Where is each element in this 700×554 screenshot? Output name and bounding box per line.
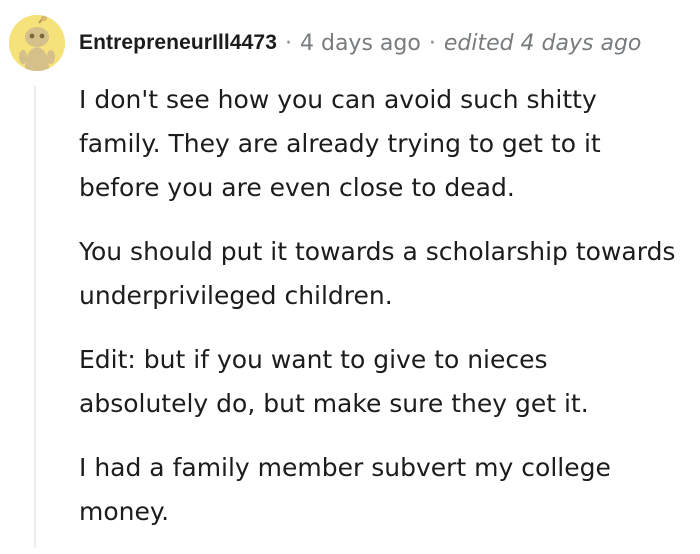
thread-collapse-line[interactable]	[34, 86, 36, 548]
snoo-avatar-icon	[9, 15, 65, 71]
comment-paragraph: I had a family member subvert my college…	[79, 453, 611, 526]
comment-paragraph: You should put it towards a scholarship …	[79, 237, 676, 310]
comment: EntrepreneurIll4473 · 4 days ago · edite…	[0, 0, 700, 548]
comment-meta: EntrepreneurIll4473 · 4 days ago · edite…	[79, 27, 641, 59]
meta-separator: ·	[285, 30, 292, 56]
avatar[interactable]	[9, 15, 65, 71]
comment-paragraph: Edit: but if you want to give to nieces …	[79, 345, 589, 418]
meta-separator: ·	[428, 30, 436, 56]
comment-body: I don't see how you can avoid such shitt…	[79, 78, 679, 554]
comment-timestamp[interactable]: 4 days ago	[300, 31, 421, 56]
author-link[interactable]: EntrepreneurIll4473	[79, 31, 277, 55]
edited-timestamp: edited 4 days ago	[443, 30, 642, 56]
comment-paragraph: I don't see how you can avoid such shitt…	[79, 85, 601, 202]
